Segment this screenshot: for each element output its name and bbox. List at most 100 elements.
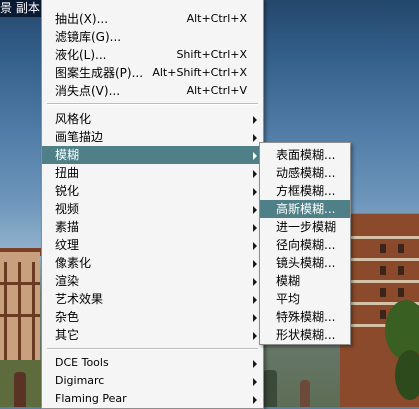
submenu-item-label: 模糊	[276, 274, 301, 288]
submenu-item-shape-blur[interactable]: 形状模糊...	[260, 326, 350, 344]
window	[380, 266, 386, 275]
menu-item-label: 风格化	[55, 112, 92, 126]
submenu-item-label: 方框模糊...	[276, 184, 336, 198]
submenu-item-label: 表面模糊...	[276, 148, 336, 162]
submenu-arrow-icon	[253, 260, 257, 268]
submenu-item-average[interactable]: 平均	[260, 290, 350, 308]
menu-item-shortcut: Alt+Ctrl+X	[186, 12, 247, 25]
menu-item-label: 液化(L)...	[55, 48, 107, 62]
menu-item-vanishing-point[interactable]: 消失点(V)... Alt+Ctrl+V	[42, 82, 263, 100]
document-title: 景 副本	[0, 1, 40, 15]
menu-item-flaming-pear[interactable]: Flaming Pear	[42, 390, 263, 408]
menu-item-stylize[interactable]: 风格化	[42, 110, 263, 128]
menu-item-liquify[interactable]: 液化(L)... Shift+Ctrl+X	[42, 46, 263, 64]
window	[380, 288, 386, 297]
menu-item-label: 滤镜库(G)...	[55, 30, 122, 44]
balcony-rail	[340, 280, 419, 283]
submenu-item-label: 镜头模糊...	[276, 256, 336, 270]
menu-item-dce-tools[interactable]: DCE Tools	[42, 354, 263, 372]
submenu-arrow-icon	[253, 134, 257, 142]
menu-item-label: 像素化	[55, 256, 92, 270]
menu-item-label: 视频	[55, 202, 80, 216]
window	[398, 266, 404, 275]
menu-item-label: 锐化	[55, 184, 80, 198]
menu-item-filter-gallery[interactable]: 滤镜库(G)...	[42, 28, 263, 46]
menu-item-label: 消失点(V)...	[55, 84, 121, 98]
window	[380, 310, 386, 319]
menu-separator	[47, 348, 258, 350]
submenu-arrow-icon	[253, 242, 257, 250]
menu-item-extract[interactable]: 抽出(X)... Alt+Ctrl+X	[42, 10, 263, 28]
menu-item-label: 其它	[55, 328, 80, 342]
menu-item-shortcut: Alt+Ctrl+V	[186, 84, 247, 97]
submenu-item-blur-more[interactable]: 进一步模糊	[260, 218, 350, 236]
submenu-item-gaussian-blur[interactable]: 高斯模糊...	[260, 200, 350, 218]
window	[398, 244, 404, 253]
balcony-rail	[0, 282, 40, 285]
submenu-arrow-icon	[253, 116, 257, 124]
submenu-item-radial-blur[interactable]: 径向模糊...	[260, 236, 350, 254]
submenu-item-smart-blur[interactable]: 特殊模糊...	[260, 308, 350, 326]
menu-item-blur[interactable]: 模糊	[42, 146, 263, 164]
submenu-arrow-icon	[253, 170, 257, 178]
window	[380, 244, 386, 253]
menu-item-label: 杂色	[55, 310, 80, 324]
menu-item-shortcut: Alt+Shift+Ctrl+X	[152, 66, 247, 79]
submenu-arrow-icon	[253, 152, 257, 160]
submenu-arrow-icon	[253, 332, 257, 340]
submenu-arrow-icon	[253, 188, 257, 196]
menu-item-brush-strokes[interactable]: 画笔描边	[42, 128, 263, 146]
submenu-item-label: 径向模糊...	[276, 238, 336, 252]
person	[263, 370, 277, 407]
menu-item-distort[interactable]: 扭曲	[42, 164, 263, 182]
menu-item-other[interactable]: 其它	[42, 326, 263, 344]
submenu-item-lens-blur[interactable]: 镜头模糊...	[260, 254, 350, 272]
menu-separator	[47, 103, 258, 105]
menu-item-sketch[interactable]: 素描	[42, 218, 263, 236]
submenu-arrow-icon	[253, 314, 257, 322]
blur-submenu: 表面模糊... 动感模糊... 方框模糊... 高斯模糊... 进一步模糊 径向…	[259, 142, 351, 345]
menu-item-label: Digimarc	[55, 374, 105, 387]
menu-item-label: 渲染	[55, 274, 80, 288]
menu-item-label: 艺术效果	[55, 292, 104, 306]
balcony-rail	[340, 236, 419, 239]
submenu-item-label: 特殊模糊...	[276, 310, 336, 324]
menu-item-label: Flaming Pear	[55, 392, 127, 405]
menu-item-render[interactable]: 渲染	[42, 272, 263, 290]
menu-item-label: 图案生成器(P)...	[55, 66, 144, 80]
submenu-item-surface-blur[interactable]: 表面模糊...	[260, 146, 350, 164]
filter-menu: 抽出(X)... Alt+Ctrl+X 滤镜库(G)... 液化(L)... S…	[41, 0, 264, 409]
person	[300, 380, 310, 407]
menu-item-label: DCE Tools	[55, 356, 109, 369]
menu-item-label: 纹理	[55, 238, 80, 252]
submenu-arrow-icon	[253, 360, 257, 368]
menu-item-artistic[interactable]: 艺术效果	[42, 290, 263, 308]
balcony-rail	[0, 314, 40, 317]
menu-item-sharpen[interactable]: 锐化	[42, 182, 263, 200]
submenu-arrow-icon	[253, 296, 257, 304]
menu-item-label: 模糊	[55, 148, 80, 162]
menu-item-label: 素描	[55, 220, 80, 234]
window	[398, 288, 404, 297]
menu-item-texture[interactable]: 纹理	[42, 236, 263, 254]
submenu-item-label: 平均	[276, 292, 301, 306]
menu-item-pattern-maker[interactable]: 图案生成器(P)... Alt+Shift+Ctrl+X	[42, 64, 263, 82]
menu-item-label: 抽出(X)...	[55, 12, 109, 26]
menu-item-video[interactable]: 视频	[42, 200, 263, 218]
menu-item-label: 画笔描边	[55, 130, 104, 144]
menu-item-pixelate[interactable]: 像素化	[42, 254, 263, 272]
submenu-item-label: 高斯模糊...	[276, 202, 336, 216]
submenu-arrow-icon	[253, 224, 257, 232]
submenu-arrow-icon	[253, 396, 257, 404]
submenu-item-label: 进一步模糊	[276, 220, 337, 234]
submenu-item-box-blur[interactable]: 方框模糊...	[260, 182, 350, 200]
menu-item-shortcut: Shift+Ctrl+X	[176, 48, 247, 61]
balcony-rail	[340, 258, 419, 261]
submenu-item-motion-blur[interactable]: 动感模糊...	[260, 164, 350, 182]
menu-item-digimarc[interactable]: Digimarc	[42, 372, 263, 390]
person	[14, 372, 26, 407]
menu-item-noise[interactable]: 杂色	[42, 308, 263, 326]
submenu-item-blur[interactable]: 模糊	[260, 272, 350, 290]
menu-item-label: 扭曲	[55, 166, 80, 180]
submenu-item-label: 形状模糊...	[276, 328, 336, 342]
